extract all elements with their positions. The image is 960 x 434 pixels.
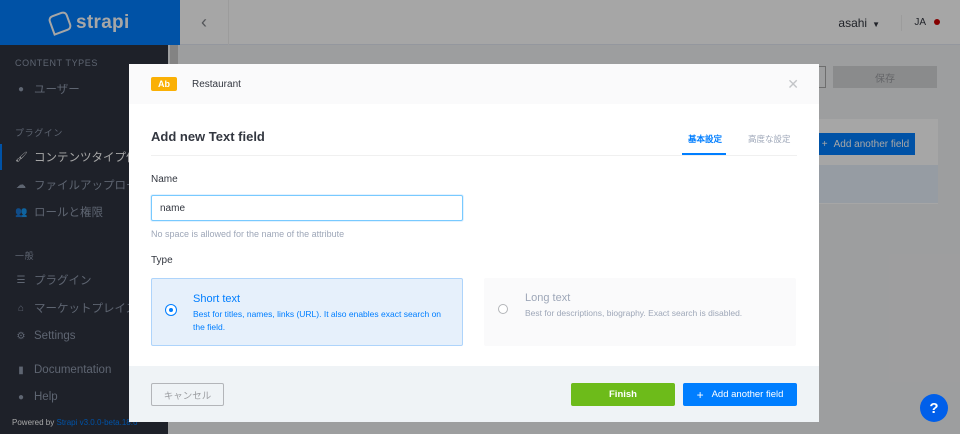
type-option-title: Short text: [193, 293, 241, 305]
add-field-modal: Ab Restaurant ✕ 基本設定 高度な設定 Add new Text …: [129, 64, 819, 422]
help-button[interactable]: ?: [920, 394, 948, 422]
question-mark-icon: ?: [929, 399, 939, 417]
type-option-title: Long text: [525, 292, 571, 304]
text-field-badge: Ab: [151, 77, 177, 91]
modal-header: Ab Restaurant ✕: [129, 64, 819, 104]
name-hint: No space is allowed for the name of the …: [151, 229, 345, 239]
type-label: Type: [151, 255, 173, 266]
type-option-long-text[interactable]: Long text Best for descriptions, biograp…: [484, 278, 796, 346]
type-option-description: Best for titles, names, links (URL). It …: [193, 309, 442, 332]
active-tab-indicator: [682, 153, 726, 155]
add-another-field-label: Add another field: [711, 389, 784, 400]
plus-icon: +: [696, 387, 704, 402]
tab-basic-settings[interactable]: 基本設定: [688, 133, 722, 145]
name-label: Name: [151, 174, 178, 185]
close-icon[interactable]: ✕: [787, 76, 799, 93]
type-option-description: Best for descriptions, biography. Exact …: [525, 308, 743, 318]
cancel-button[interactable]: キャンセル: [151, 383, 224, 406]
modal-title: Add new Text field: [151, 129, 265, 144]
tab-advanced-settings[interactable]: 高度な設定: [748, 133, 791, 145]
finish-button[interactable]: Finish: [571, 383, 675, 406]
add-another-field-button[interactable]: + Add another field: [683, 383, 797, 406]
radio-unselected[interactable]: [498, 304, 508, 314]
radio-selected[interactable]: [166, 305, 176, 315]
type-option-short-text[interactable]: Short text Best for titles, names, links…: [151, 278, 463, 346]
name-input[interactable]: [151, 195, 463, 221]
modal-footer: キャンセル Finish + Add another field: [129, 366, 819, 422]
content-type-name: Restaurant: [192, 78, 241, 90]
